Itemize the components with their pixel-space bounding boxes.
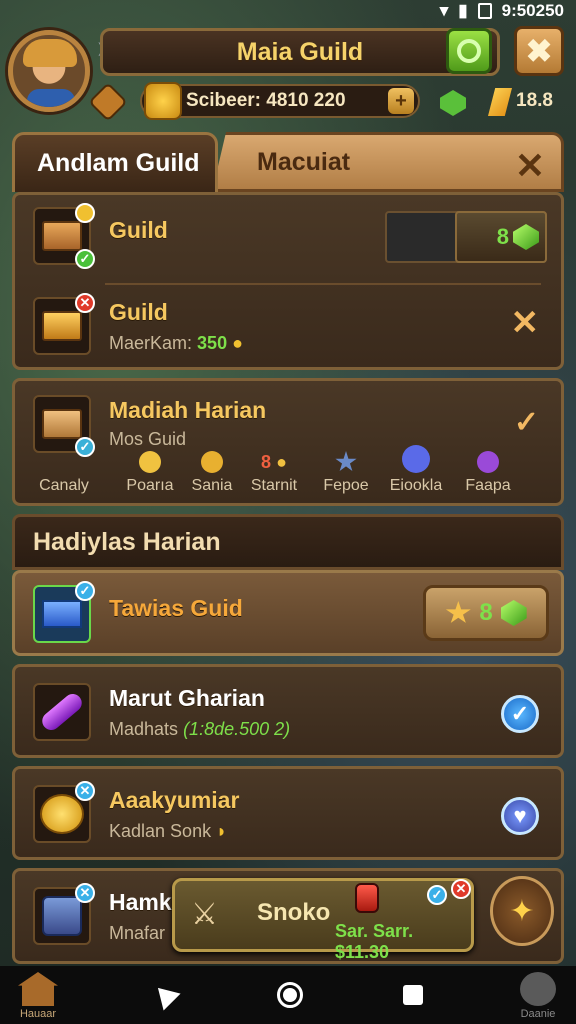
close-tab-icon[interactable]: ✕ [515, 145, 545, 187]
crystal-icon [488, 88, 512, 116]
star-action-button[interactable]: ✦ [490, 876, 554, 946]
star-icon [445, 601, 471, 623]
sword-icon: ⚔ [191, 898, 218, 931]
house-icon [18, 972, 58, 1006]
search-button[interactable] [446, 28, 492, 74]
check-badge: ✓ [75, 581, 95, 601]
daily-subtitle: Mos Guid [109, 429, 187, 449]
check-circle-icon[interactable]: ✓ [501, 695, 539, 733]
section-header: Hadiylas Harian [12, 514, 564, 570]
blue-block-icon: ✓ [33, 581, 95, 643]
quest-row-3[interactable]: ✕ Aaakyumiar Kadlan Sonk ◗ ♥ [12, 766, 564, 860]
reward-item: Poarıa [115, 451, 185, 495]
quest-title: Marut Gharian [109, 685, 265, 711]
quest-subtitle: Mnafar [109, 923, 166, 943]
tab-andlam-guild[interactable]: Andlam Guild [12, 132, 218, 192]
status-bar: ▾ ▮ 9:50250 [0, 0, 576, 22]
check-icon[interactable]: ✓ [514, 405, 539, 440]
guild-panel: ✓ Guild 8 ✕ Guild MaerKam: 350 ● ✕ [12, 192, 564, 370]
list-item[interactable]: ✓ Guild 8 [15, 195, 561, 281]
coin-icon [144, 82, 182, 120]
reward-item: 8 ● Starnit [250, 452, 298, 494]
home-shortcut[interactable]: Hauaar [6, 972, 70, 1020]
signal-icon: ▮ [458, 1, 468, 20]
tab-bar: Macuiat ✕ Andlam Guild [12, 132, 564, 192]
backpack-icon: ✕ [33, 883, 95, 945]
quest-title: Aaakyumiar [109, 787, 240, 813]
close-icon: ✖ [525, 33, 553, 69]
star-icon: ✦ [509, 894, 535, 928]
home-shortcut-label: Hauaar [19, 1008, 57, 1020]
currency-text: Scibeer: 4810 220 [186, 90, 346, 111]
quest-row-1[interactable]: ✓ Tawias Guid 8 [12, 570, 564, 656]
x-badge: ✕ [75, 781, 95, 801]
gold-bag-icon: ✕ [33, 293, 95, 355]
coin-icon: ✕ [33, 781, 95, 843]
gem-icon [500, 600, 527, 626]
row-title: Guild [109, 299, 168, 325]
coin-badge [75, 203, 95, 223]
claim-reward-button[interactable]: 8 [423, 585, 549, 641]
row-subtitle: MaerKam: 350 ● [109, 333, 243, 353]
back-icon[interactable] [149, 979, 181, 1011]
daily-panel: ✓ Madiah Harian Mos Guid ✓ Canaly Poarıa… [12, 378, 564, 506]
red-button-icon[interactable] [355, 883, 379, 913]
reward-slot[interactable]: 8 [385, 211, 547, 263]
reward-item: Sania [177, 451, 247, 495]
quest-row-2[interactable]: Marut Gharian Madhats (1:8de.500 2) ✓ [12, 664, 564, 758]
quest-title: Tawias Guid [109, 595, 243, 621]
item-popup[interactable]: ⚔ Snoko ✓ ✕ Sar. Sarr. $11.30 [172, 878, 474, 962]
battery-icon [477, 3, 492, 19]
player-avatar[interactable] [8, 30, 90, 112]
top-bar: ➤ Maia Guild ✖ Scibeer: 4810 220 + 18.8 [0, 22, 576, 132]
reward-strip: Canaly Poarıa Sania 8 ● Starnit Fepoe Eio… [29, 445, 523, 501]
tab-label: Macuiat [257, 147, 351, 176]
wifi-icon: ▾ [439, 1, 449, 20]
home-icon[interactable] [277, 982, 303, 1008]
system-nav-bar [0, 966, 576, 1024]
gem-icon[interactable] [440, 90, 466, 116]
title-bar: Maia Guild [100, 28, 500, 76]
add-currency-button[interactable]: + [388, 88, 414, 114]
close-button[interactable]: ✖ [514, 26, 564, 76]
gear-icon [520, 972, 556, 1006]
recents-icon[interactable] [403, 985, 423, 1005]
section-title: Hadiylas Harian [33, 527, 221, 556]
heart-icon[interactable]: ♥ [501, 797, 539, 835]
reward-item: Eiookla [381, 445, 451, 495]
page-title: Maia Guild [236, 37, 364, 66]
crate-icon: ✓ [33, 395, 95, 457]
settings-shortcut[interactable]: Daanie [506, 972, 570, 1020]
potion-icon [33, 683, 91, 741]
list-item[interactable]: ✕ Guild MaerKam: 350 ● ✕ [15, 285, 561, 371]
check-badge: ✓ [75, 249, 95, 269]
x-badge: ✕ [75, 293, 95, 313]
reward-item: Canaly [39, 477, 89, 494]
popup-title: Snoko [257, 899, 331, 926]
tab-macuiat[interactable]: Macuiat ✕ [212, 132, 564, 192]
check-badge: ✓ [427, 885, 447, 905]
chest-icon: ✓ [33, 203, 95, 269]
x-badge: ✕ [451, 879, 471, 899]
search-icon [457, 39, 481, 63]
reward-item: Fepoe [311, 451, 381, 495]
row-title: Guild [109, 217, 168, 243]
reward-item: Faapa [453, 451, 523, 495]
crystal-value: 18.8 [516, 90, 553, 111]
popup-subtitle: Sar. Sarr. $11.30 [335, 921, 414, 962]
reward-value: 8 [479, 599, 493, 626]
reward-value: 8 [496, 224, 509, 249]
status-time: 9:50250 [501, 1, 564, 20]
bag-icon[interactable] [88, 82, 128, 122]
currency-bar: Scibeer: 4810 220 + [140, 82, 420, 120]
gem-icon [513, 224, 539, 250]
quest-subtitle: Kadlan Sonk ◗ [109, 821, 227, 841]
tab-label: Andlam Guild [37, 149, 200, 177]
x-badge: ✕ [75, 883, 95, 903]
dismiss-icon[interactable]: ✕ [511, 303, 540, 343]
quest-subtitle: Madhats (1:8de.500 2) [109, 719, 291, 739]
daily-title: Madiah Harian [109, 397, 267, 423]
settings-shortcut-label: Daanie [520, 1008, 556, 1020]
